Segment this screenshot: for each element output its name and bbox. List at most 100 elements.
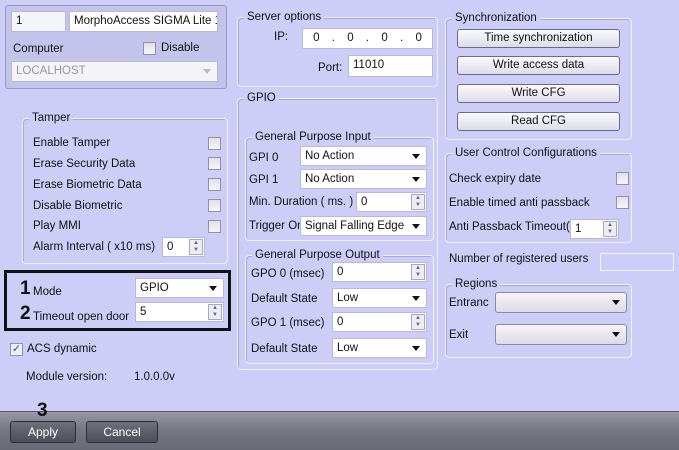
trigger-on-select[interactable]: Signal Falling Edge (300, 216, 427, 236)
timed-apb-checkbox[interactable] (616, 196, 629, 209)
disable-biometric-checkbox[interactable] (208, 199, 221, 212)
tamper-title: Tamper (29, 111, 74, 125)
acs-dynamic-label: ACS dynamic (27, 343, 97, 355)
server-options-title: Server options (244, 10, 325, 24)
ip-field[interactable]: 0.0.0.0 (302, 28, 433, 49)
default-state-0-label: Default State (251, 293, 318, 305)
check-expiry-checkbox[interactable] (616, 172, 629, 185)
erase-security-checkbox[interactable] (208, 157, 221, 170)
gpo1-label: GPO 1 (msec) (251, 317, 325, 329)
gpi1-label: GPI 1 (249, 174, 279, 186)
port-field[interactable]: 11010 (348, 55, 433, 77)
acs-dynamic-checkbox[interactable]: ✓ (10, 343, 23, 356)
computer-value: LOCALHOST (16, 65, 86, 77)
trigger-on-value: Signal Falling Edge (305, 220, 405, 232)
gpi1-select[interactable]: No Action (300, 169, 427, 189)
sync-title: Synchronization (452, 11, 540, 25)
computer-label: Computer (13, 43, 64, 55)
write-access-data-button[interactable]: Write access data (457, 56, 620, 75)
min-duration-label: Min. Duration ( ms. ) (249, 196, 354, 208)
gpo1-spinner[interactable]: 0 ▲ ▼ (332, 312, 427, 332)
user-control-title: User Control Configurations (452, 146, 600, 160)
chevron-down-icon (612, 332, 620, 337)
entrance-select[interactable] (495, 292, 627, 313)
trigger-on-label: Trigger On (249, 220, 304, 232)
gpi-title: General Purpose Input (252, 130, 374, 144)
apb-timeout-label: Anti Passback Timeout(s) (449, 221, 580, 233)
spin-arrows-icon[interactable]: ▲ ▼ (411, 194, 425, 210)
apb-timeout-spinner[interactable]: 1 ▲ ▼ (570, 219, 619, 239)
chevron-down-icon (412, 177, 420, 182)
timed-apb-label: Enable timed anti passback (449, 197, 590, 209)
exit-label: Exit (449, 329, 469, 341)
chevron-down-icon (612, 300, 620, 305)
alarm-interval-value: 0 (167, 241, 174, 253)
disable-biometric-label: Disable Biometric (33, 200, 123, 212)
min-duration-spinner[interactable]: 0 ▲ ▼ (356, 192, 427, 212)
write-cfg-button[interactable]: Write CFG (457, 84, 620, 103)
module-version-value: 1.0.0.0v (134, 371, 175, 383)
play-mmi-label: Play MMI (33, 220, 81, 232)
default-state-0-select[interactable]: Low (332, 288, 427, 308)
exit-select[interactable] (495, 324, 627, 345)
erase-biometric-checkbox[interactable] (208, 178, 221, 191)
spin-arrows-icon[interactable]: ▲ ▼ (411, 314, 425, 330)
module-version-label: Module version: (26, 371, 108, 383)
chevron-down-icon (412, 224, 420, 229)
device-id-field[interactable]: 1 (11, 11, 66, 32)
callout-1: 1 (20, 278, 31, 299)
spin-arrows-icon[interactable]: ▲ ▼ (411, 264, 425, 280)
spin-arrows-icon[interactable]: ▲ ▼ (603, 221, 617, 237)
mode-select[interactable]: GPIO (135, 278, 224, 298)
disable-label: Disable (161, 42, 200, 54)
apply-button[interactable]: Apply (10, 421, 76, 443)
spin-arrows-icon[interactable]: ▲ ▼ (208, 304, 222, 320)
mode-label: Mode (33, 286, 62, 298)
gpio-title: GPIO (244, 91, 279, 105)
regions-title: Regions (452, 277, 501, 291)
chevron-down-icon (412, 296, 420, 301)
spin-arrows-icon[interactable]: ▲ ▼ (189, 239, 203, 255)
default-state-1-value: Low (337, 342, 359, 354)
time-sync-button[interactable]: Time synchronization (457, 29, 620, 48)
timeout-spinner[interactable]: 5 ▲ ▼ (135, 302, 224, 322)
disable-checkbox[interactable] (143, 42, 156, 55)
enable-tamper-label: Enable Tamper (33, 137, 111, 149)
apb-timeout-value: 1 (575, 223, 582, 235)
default-state-0-value: Low (337, 292, 359, 304)
gpi0-label: GPI 0 (249, 152, 279, 164)
gpo0-value: 0 (337, 266, 344, 278)
chevron-down-icon (412, 346, 420, 351)
gpi0-select[interactable]: No Action (300, 146, 427, 166)
read-cfg-button[interactable]: Read CFG (457, 112, 620, 131)
chevron-down-icon (412, 154, 420, 159)
gpi0-value: No Action (305, 150, 355, 162)
ip-octet-1: 0 (313, 32, 320, 44)
erase-biometric-label: Erase Biometric Data (33, 179, 142, 191)
gpi1-value: No Action (305, 173, 355, 185)
registered-users-label: Number of registered users (449, 253, 589, 265)
port-label: Port: (318, 62, 343, 74)
chevron-down-icon (209, 286, 217, 291)
default-state-1-select[interactable]: Low (332, 338, 427, 358)
chevron-down-icon (203, 69, 211, 74)
server-options-panel: Server options IP: 0.0.0.0 Port: 11010 (236, 5, 441, 89)
device-name-field[interactable]: MorphoAccess SIGMA Lite 1 (69, 11, 218, 32)
entrance-label: Entranc (449, 297, 489, 309)
callout-2: 2 (20, 303, 31, 324)
computer-select[interactable]: LOCALHOST (11, 61, 218, 82)
enable-tamper-checkbox[interactable] (208, 137, 221, 150)
ip-octet-3: 0 (381, 32, 388, 44)
alarm-interval-label: Alarm Interval ( x10 ms) (33, 241, 156, 253)
default-state-1-label: Default State (251, 343, 318, 355)
gpo-title: General Purpose Output (252, 248, 383, 262)
min-duration-value: 0 (361, 196, 368, 208)
device-panel: 1 MorphoAccess SIGMA Lite 1 Computer Dis… (5, 5, 227, 89)
erase-security-label: Erase Security Data (33, 158, 136, 170)
ip-octet-4: 0 (415, 32, 422, 44)
alarm-interval-spinner[interactable]: 0 ▲ ▼ (162, 237, 205, 257)
play-mmi-checkbox[interactable] (208, 220, 221, 233)
callout-3: 3 (37, 400, 48, 421)
gpo0-spinner[interactable]: 0 ▲ ▼ (332, 262, 427, 282)
cancel-button[interactable]: Cancel (86, 421, 158, 443)
